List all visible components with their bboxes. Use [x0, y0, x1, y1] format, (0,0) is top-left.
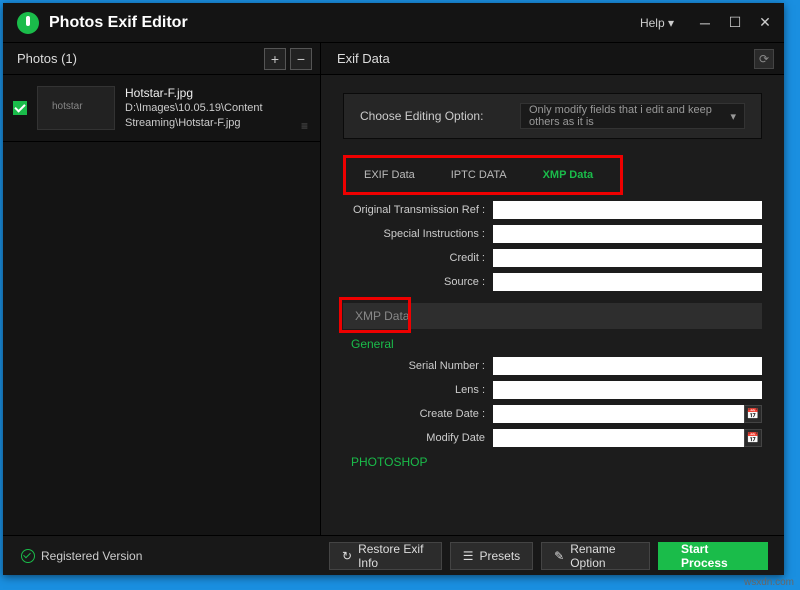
field-label: Special Instructions : — [343, 228, 493, 240]
choose-option-label: Choose Editing Option: — [360, 109, 520, 123]
highlight-box — [339, 297, 411, 333]
photos-panel: Photos (1) + − hotstar Hotstar-F.jpg D:\… — [3, 43, 321, 535]
field-row: Credit : — [343, 249, 762, 267]
sliders-icon: ☰ — [463, 549, 474, 563]
registered-status: Registered Version — [11, 549, 329, 563]
add-photo-button[interactable]: + — [264, 48, 286, 70]
field-input-serial[interactable] — [493, 357, 762, 375]
thumbnail: hotstar — [37, 86, 115, 130]
calendar-icon[interactable]: 📅 — [744, 405, 762, 423]
footer: Registered Version ↻ Restore Exif Info ☰… — [3, 535, 784, 575]
close-button[interactable]: ✕ — [750, 8, 780, 38]
field-input-instructions[interactable] — [493, 225, 762, 243]
minimize-button[interactable]: ─ — [690, 8, 720, 38]
titlebar: Photos Exif Editor Help ▾ ─ ☐ ✕ — [3, 3, 784, 43]
restore-exif-button[interactable]: ↻ Restore Exif Info — [329, 542, 442, 570]
field-label: Create Date : — [343, 408, 493, 420]
field-input-source[interactable] — [493, 273, 762, 291]
exif-panel: Exif Data ⟳ Choose Editing Option: Only … — [321, 43, 784, 535]
field-label: Lens : — [343, 384, 493, 396]
exif-header: Exif Data ⟳ — [321, 43, 784, 75]
fields-scroll[interactable]: Original Transmission Ref : Special Inst… — [321, 195, 784, 535]
app-window: Photos Exif Editor Help ▾ ─ ☐ ✕ Photos (… — [3, 3, 784, 575]
calendar-icon[interactable]: 📅 — [744, 429, 762, 447]
editing-option-select[interactable]: Only modify fields that i edit and keep … — [520, 103, 745, 129]
tab-iptc[interactable]: IPTC DATA — [433, 158, 525, 192]
watermark: wsxdn.com — [744, 577, 794, 588]
section-xmp: XMP Data — [343, 303, 762, 329]
app-logo-icon — [17, 12, 39, 34]
tab-exif[interactable]: EXIF Data — [346, 158, 433, 192]
select-value: Only modify fields that i edit and keep … — [529, 104, 730, 128]
drag-handle-icon[interactable]: ≡ — [301, 119, 308, 133]
refresh-button[interactable]: ⟳ — [754, 49, 774, 69]
field-row: Lens : — [343, 381, 762, 399]
group-photoshop: PHOTOSHOP — [351, 455, 762, 469]
field-input-modify-date[interactable] — [493, 429, 744, 447]
help-menu[interactable]: Help ▾ — [640, 16, 674, 30]
file-meta: Hotstar-F.jpg D:\Images\10.05.19\Content… — [125, 85, 263, 131]
app-title: Photos Exif Editor — [49, 14, 640, 32]
check-circle-icon — [21, 549, 35, 563]
field-label: Source : — [343, 276, 493, 288]
data-tabs: EXIF Data IPTC DATA XMP Data — [343, 155, 623, 195]
field-row: Create Date : 📅 — [343, 405, 762, 423]
photos-header: Photos (1) + − — [3, 43, 320, 75]
field-row: Modify Date 📅 — [343, 429, 762, 447]
field-label: Original Transmission Ref : — [343, 204, 493, 216]
file-path-2: Streaming\Hotstar-F.jpg — [125, 116, 263, 131]
options-row: Choose Editing Option: Only modify field… — [343, 93, 762, 139]
field-input-lens[interactable] — [493, 381, 762, 399]
field-row: Serial Number : — [343, 357, 762, 375]
field-input-credit[interactable] — [493, 249, 762, 267]
field-label: Credit : — [343, 252, 493, 264]
field-row: Original Transmission Ref : — [343, 201, 762, 219]
editing-options: Choose Editing Option: Only modify field… — [321, 75, 784, 151]
field-input-transmission[interactable] — [493, 201, 762, 219]
file-path-1: D:\Images\10.05.19\Content — [125, 101, 263, 116]
exif-title: Exif Data — [337, 51, 390, 66]
restore-icon: ↻ — [342, 549, 352, 563]
file-name: Hotstar-F.jpg — [125, 85, 263, 101]
checkbox-icon[interactable] — [13, 101, 27, 115]
field-label: Serial Number : — [343, 360, 493, 372]
pencil-icon: ✎ — [554, 549, 564, 563]
field-row: Special Instructions : — [343, 225, 762, 243]
remove-photo-button[interactable]: − — [290, 48, 312, 70]
start-process-button[interactable]: Start Process — [658, 542, 768, 570]
photo-list-item[interactable]: hotstar Hotstar-F.jpg D:\Images\10.05.19… — [3, 75, 320, 142]
maximize-button[interactable]: ☐ — [720, 8, 750, 38]
field-input-create-date[interactable] — [493, 405, 744, 423]
presets-button[interactable]: ☰ Presets — [450, 542, 533, 570]
field-label: Modify Date — [343, 432, 493, 444]
chevron-down-icon: ▾ — [730, 110, 736, 123]
photos-count: Photos (1) — [17, 51, 77, 66]
field-row: Source : — [343, 273, 762, 291]
main-body: Photos (1) + − hotstar Hotstar-F.jpg D:\… — [3, 43, 784, 535]
tab-xmp[interactable]: XMP Data — [525, 158, 612, 192]
thumbnail-text: hotstar — [52, 101, 83, 112]
group-general: General — [351, 337, 762, 351]
rename-option-button[interactable]: ✎ Rename Option — [541, 542, 650, 570]
